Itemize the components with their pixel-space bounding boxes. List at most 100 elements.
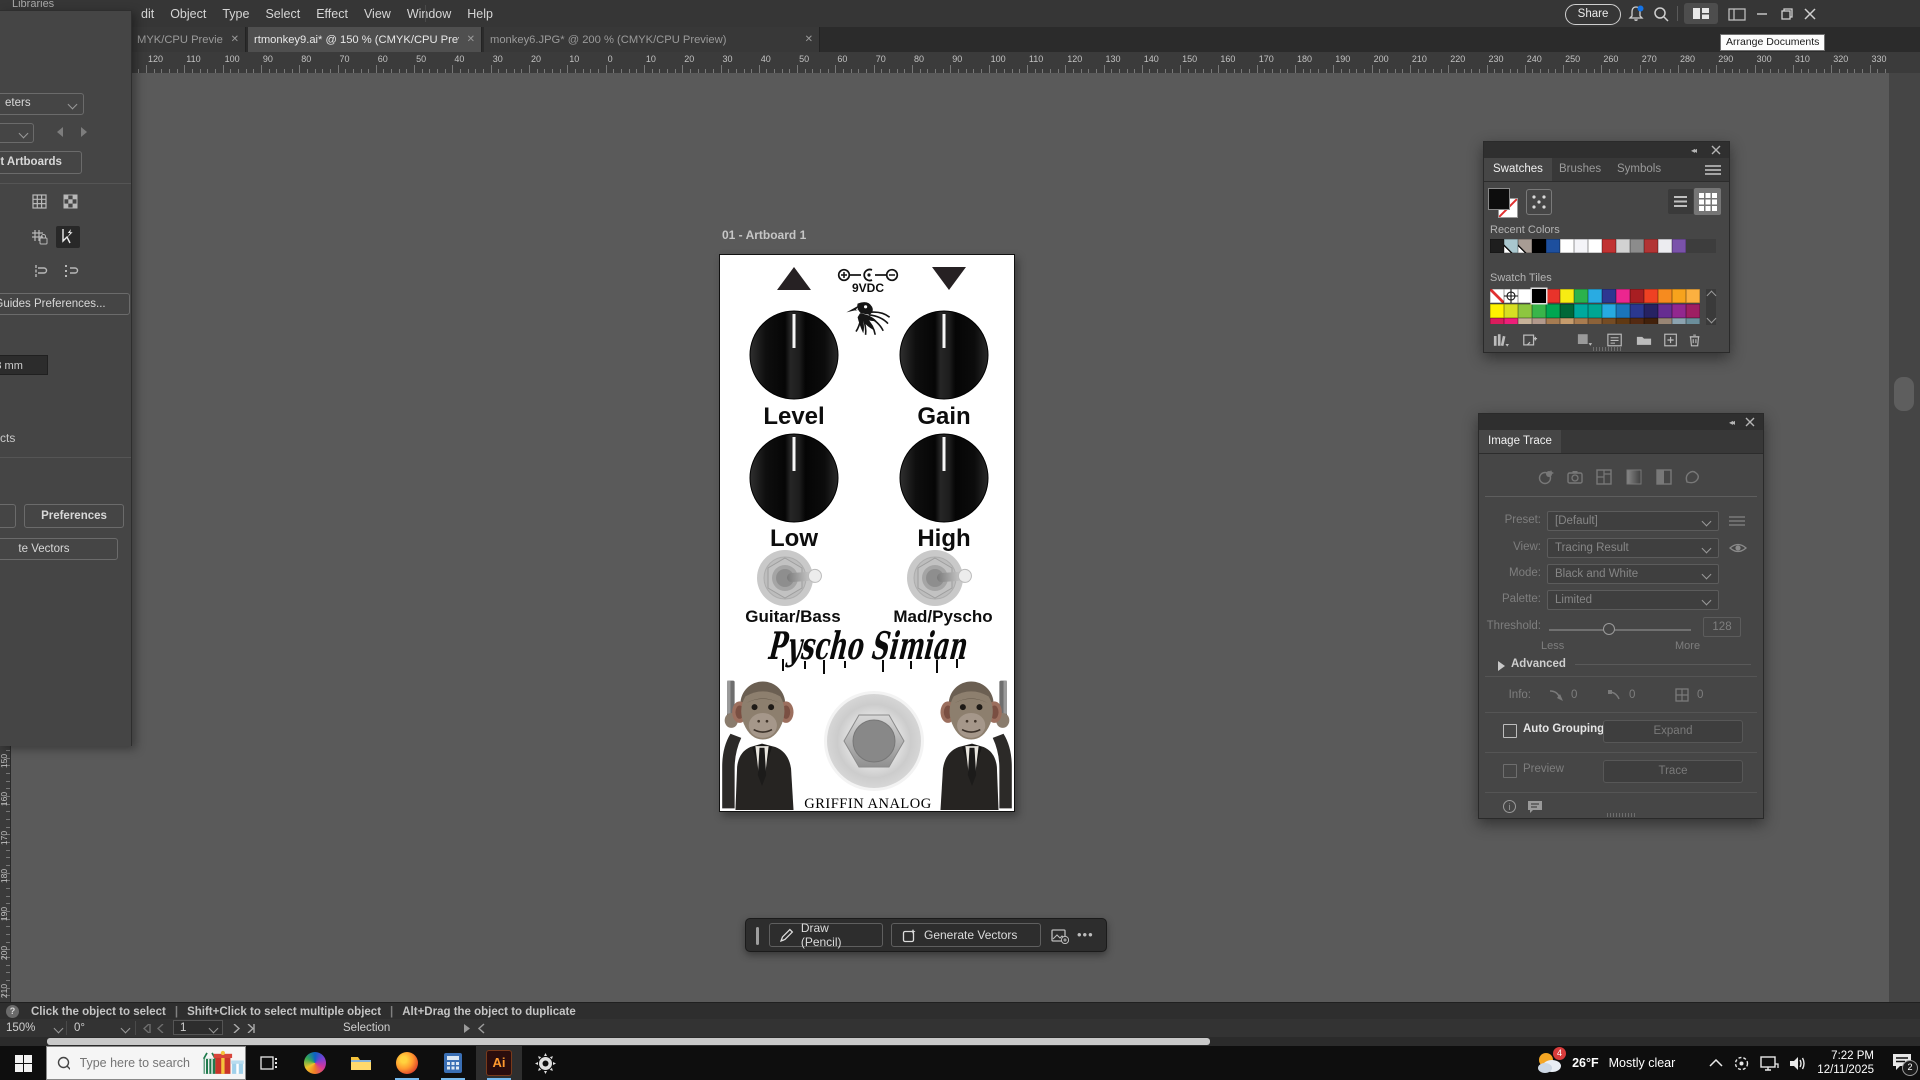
swatch-none[interactable] bbox=[1490, 289, 1504, 303]
show-hidden-icons-chevron[interactable] bbox=[1709, 1059, 1723, 1068]
threshold-slider-track[interactable] bbox=[1549, 629, 1691, 631]
feedback-icon[interactable] bbox=[1527, 800, 1543, 814]
close-tab-icon[interactable]: ✕ bbox=[223, 34, 239, 45]
advanced-disclosure-icon[interactable] bbox=[1497, 661, 1505, 671]
settings-gear-icon[interactable] bbox=[522, 1046, 568, 1080]
canvas-vertical-scrollbar[interactable] bbox=[1889, 73, 1920, 1002]
recent-color-swatch[interactable] bbox=[1574, 239, 1588, 253]
swatch-tile[interactable] bbox=[1574, 304, 1588, 318]
generate-vectors-cut-button[interactable]: te Vectors bbox=[0, 538, 118, 560]
taskbar-search[interactable] bbox=[46, 1046, 246, 1080]
preview-checkbox[interactable] bbox=[1503, 764, 1517, 778]
swatch-tile[interactable] bbox=[1602, 304, 1616, 318]
distribute-glyph-icon[interactable] bbox=[62, 263, 79, 280]
swatch-tile[interactable] bbox=[1490, 318, 1504, 324]
artboard-label[interactable]: 01 - Artboard 1 bbox=[722, 228, 806, 242]
view-dropdown[interactable]: Tracing Result bbox=[1547, 538, 1719, 558]
pyscho-simian-logo[interactable]: Pyscho Simian bbox=[760, 619, 978, 675]
network-tray-icon[interactable] bbox=[1760, 1056, 1779, 1071]
expand-button[interactable]: Expand bbox=[1603, 720, 1743, 743]
more-options-icon[interactable]: ••• bbox=[1077, 927, 1094, 942]
pattern-swatch-button[interactable] bbox=[1526, 189, 1552, 215]
document-layout-icon[interactable] bbox=[1726, 5, 1748, 23]
v-scroll-thumb[interactable] bbox=[1894, 377, 1914, 411]
swatches-panel-header[interactable]: ◂◂ bbox=[1484, 142, 1729, 158]
griffin-logo[interactable] bbox=[844, 295, 892, 341]
close-panel-icon[interactable] bbox=[1745, 417, 1755, 427]
menu-item-select[interactable]: Select bbox=[257, 7, 308, 21]
recent-color-swatch[interactable] bbox=[1602, 239, 1616, 253]
document-tab-1[interactable]: MYK/CPU Preview)✕ bbox=[131, 27, 246, 52]
swatch-tile[interactable] bbox=[1644, 318, 1658, 324]
tab-symbols[interactable]: Symbols bbox=[1608, 158, 1670, 181]
snap-to-grid-icon[interactable] bbox=[31, 229, 48, 246]
high-color-preset-icon[interactable] bbox=[1566, 468, 1584, 486]
task-view-button[interactable] bbox=[246, 1046, 292, 1080]
generate-vectors-button[interactable]: Generate Vectors bbox=[891, 923, 1041, 947]
panel-resize-handle[interactable] bbox=[1593, 347, 1621, 351]
calculator-icon[interactable] bbox=[430, 1046, 476, 1080]
view-eye-icon[interactable] bbox=[1729, 541, 1747, 555]
recent-color-swatch[interactable] bbox=[1658, 239, 1672, 253]
scroll-left-arrow[interactable] bbox=[477, 1023, 485, 1034]
swatch-tile[interactable] bbox=[1658, 318, 1672, 324]
align-glyph-icon[interactable] bbox=[31, 263, 48, 280]
swatch-tile[interactable] bbox=[1560, 318, 1574, 324]
close-tab-icon[interactable]: ✕ bbox=[797, 34, 813, 45]
swatch-kinds-icon[interactable] bbox=[1577, 333, 1593, 347]
image-trace-panel-header[interactable]: ◂◂ bbox=[1479, 414, 1763, 430]
preferences-button[interactable]: Preferences bbox=[24, 504, 124, 528]
grayscale-preset-icon[interactable] bbox=[1625, 468, 1643, 486]
search-input[interactable] bbox=[78, 1055, 202, 1071]
swatch-tile[interactable] bbox=[1546, 304, 1560, 318]
panel-resize-handle[interactable] bbox=[1607, 813, 1635, 817]
horizontal-ruler[interactable]: 1201101009080706050403020100102030405060… bbox=[0, 52, 1920, 74]
list-view-button[interactable] bbox=[1668, 189, 1693, 214]
search-icon[interactable] bbox=[1652, 5, 1670, 23]
recent-color-swatch[interactable] bbox=[1560, 239, 1574, 253]
gain-knob[interactable] bbox=[898, 309, 990, 401]
window-close-button[interactable] bbox=[1801, 5, 1819, 23]
reference-image-icon[interactable] bbox=[1051, 928, 1069, 944]
recent-color-swatch[interactable] bbox=[1644, 239, 1658, 253]
grid-view-button[interactable] bbox=[1694, 188, 1721, 215]
threshold-slider-thumb[interactable] bbox=[1603, 623, 1615, 635]
swatch-tile[interactable] bbox=[1658, 289, 1672, 303]
menu-item-object[interactable]: Object bbox=[162, 7, 214, 21]
swatch-tile[interactable] bbox=[1588, 304, 1602, 318]
swatch-tile[interactable] bbox=[1686, 304, 1700, 318]
swatch-tile[interactable] bbox=[1672, 304, 1686, 318]
threshold-value-field[interactable]: 128 bbox=[1703, 617, 1741, 637]
monkey-image-right[interactable] bbox=[930, 669, 1014, 810]
swatch-tile[interactable] bbox=[1616, 318, 1630, 324]
notifications-bell-icon[interactable] bbox=[1627, 5, 1645, 23]
advanced-section-label[interactable]: Advanced bbox=[1511, 658, 1566, 670]
volume-tray-icon[interactable] bbox=[1789, 1056, 1807, 1071]
swatch-tile[interactable] bbox=[1588, 318, 1602, 324]
swatch-tile[interactable] bbox=[1518, 318, 1532, 324]
artboard-number-field[interactable]: 1 bbox=[180, 1021, 186, 1035]
copilot-icon[interactable] bbox=[292, 1046, 338, 1080]
status-expand-icon[interactable] bbox=[463, 1024, 471, 1033]
swatch-tile[interactable] bbox=[1602, 289, 1616, 303]
swatch-options-icon[interactable] bbox=[1607, 333, 1623, 347]
weather-widget[interactable]: 4 bbox=[1536, 1050, 1562, 1077]
artboard-nav-first-prev[interactable] bbox=[143, 1024, 177, 1033]
trace-button[interactable]: Trace bbox=[1603, 760, 1743, 783]
triangle-up-graphic[interactable] bbox=[776, 266, 812, 291]
swatch-tile[interactable] bbox=[1574, 289, 1588, 303]
recent-color-swatch[interactable] bbox=[1490, 239, 1504, 253]
drag-handle[interactable] bbox=[756, 927, 759, 945]
swatch-tile[interactable] bbox=[1546, 318, 1560, 324]
horizontal-scrollbar[interactable] bbox=[0, 1037, 1920, 1046]
swatch-tile[interactable] bbox=[1686, 318, 1700, 324]
start-button[interactable] bbox=[0, 1046, 46, 1080]
swatch-tile[interactable] bbox=[1616, 289, 1630, 303]
low-color-preset-icon[interactable] bbox=[1595, 468, 1613, 486]
swatch-tile[interactable] bbox=[1560, 304, 1574, 318]
outline-preset-icon[interactable] bbox=[1683, 468, 1701, 486]
close-tab-icon[interactable]: ✕ bbox=[459, 34, 475, 45]
h-scroll-thumb[interactable] bbox=[47, 1038, 1210, 1045]
swatch-tile[interactable] bbox=[1532, 304, 1546, 318]
rotation-dropdown[interactable]: 0° bbox=[74, 1019, 85, 1037]
